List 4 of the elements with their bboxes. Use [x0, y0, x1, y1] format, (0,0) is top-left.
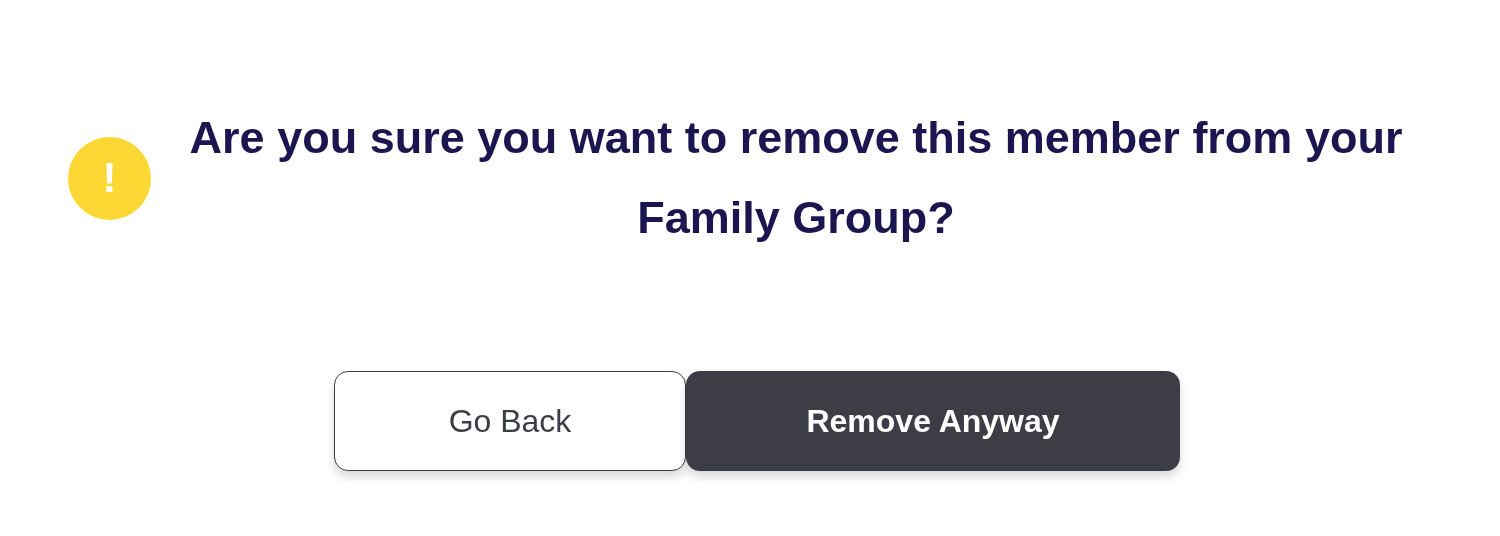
- dialog-message: Are you sure you want to remove this member from your Family Group?: [188, 111, 1404, 245]
- back-button[interactable]: Go Back: [334, 371, 686, 471]
- remove-button[interactable]: Remove Anyway: [686, 371, 1180, 471]
- warning-icon: !: [68, 136, 151, 220]
